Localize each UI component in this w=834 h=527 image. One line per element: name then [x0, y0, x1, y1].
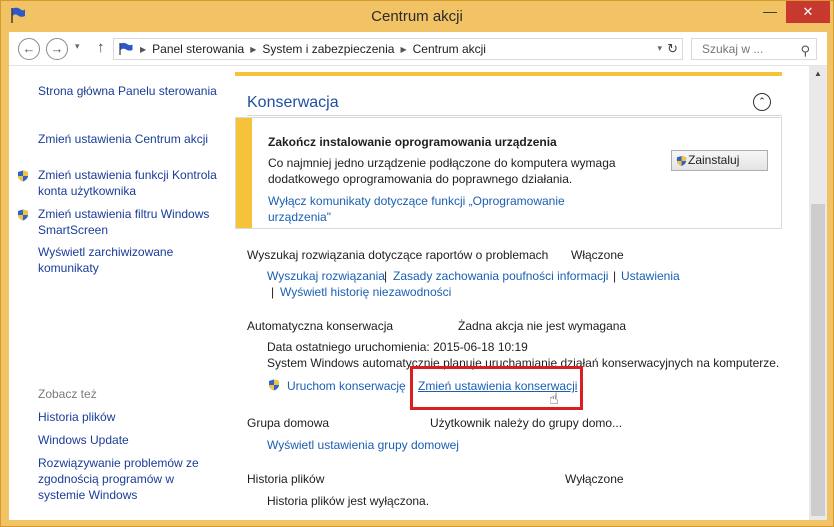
- file-history-text: Historia plików jest wyłączona.: [267, 494, 430, 508]
- homegroup-status: Użytkownik należy do grupy domo...: [430, 416, 623, 430]
- back-button[interactable]: ←: [18, 38, 40, 60]
- chevron-right-icon: ▶: [140, 44, 147, 54]
- sidebar-link-smartscreen-settings[interactable]: Zmień ustawienia filtru Windows SmartScr…: [38, 206, 218, 238]
- window-title: Centrum akcji: [371, 8, 463, 25]
- auto-maintenance-label: Automatyczna konserwacja: [247, 319, 394, 333]
- hand-cursor-icon: ☝: [549, 391, 559, 408]
- file-history-status: Wyłączone: [565, 472, 624, 486]
- main-content: Konserwacja ⌃ Zakończ instalowanie oprog…: [221, 66, 809, 520]
- homegroup-label: Grupa domowa: [247, 416, 330, 430]
- uac-shield-icon: [18, 209, 28, 221]
- link-separator: |: [384, 269, 388, 283]
- check-for-solutions-link[interactable]: Wyszukaj rozwiązania: [267, 269, 385, 283]
- close-button[interactable]: ✕: [786, 1, 830, 23]
- sidebar-link-archived-messages[interactable]: Wyświetl zarchiwizowane komunikaty: [38, 244, 218, 276]
- breadcrumb-item-system-security[interactable]: System i zabezpieczenia: [262, 42, 394, 56]
- chevron-right-icon: ▶: [250, 44, 257, 54]
- refresh-icon[interactable]: ↻: [667, 41, 678, 57]
- breadcrumb-item-action-center[interactable]: Centrum akcji: [413, 42, 486, 56]
- file-history-label: Historia plików: [247, 472, 325, 486]
- disable-device-software-messages-link[interactable]: Wyłącz komunikaty dotyczące funkcji „Opr…: [268, 193, 608, 225]
- privacy-policy-link[interactable]: Zasady zachowania poufności informacji: [393, 269, 608, 283]
- link-separator: |: [271, 285, 275, 299]
- reports-settings-link[interactable]: Ustawienia: [621, 269, 680, 283]
- minimize-button[interactable]: —: [757, 1, 783, 23]
- search-icon[interactable]: ⚲: [800, 41, 810, 61]
- problem-reports-label: Wyszukaj rozwiązania dotyczące raportów …: [247, 248, 549, 262]
- forward-button[interactable]: →: [46, 38, 68, 60]
- reliability-history-link[interactable]: Wyświetl historię niezawodności: [280, 285, 451, 299]
- see-also-heading: Zobacz też: [38, 387, 97, 401]
- address-bar-row: ← → ▾ ↑ ▶ Panel sterowania ▶ System i za…: [9, 32, 827, 66]
- breadcrumb-item-control-panel[interactable]: Panel sterowania: [152, 42, 244, 56]
- see-also-link-file-history[interactable]: Historia plików: [38, 409, 218, 425]
- see-also-link-compatibility-troubleshooter[interactable]: Rozwiązywanie problemów ze zgodnością pr…: [38, 455, 213, 503]
- scrollbar-thumb[interactable]: [811, 204, 825, 516]
- alert-title: Zakończ instalowanie oprogramowania urzą…: [268, 135, 557, 149]
- sidebar: Strona główna Panelu sterowania Zmień us…: [9, 66, 221, 520]
- last-run-date: Data ostatniego uruchomienia: 2015-06-18…: [267, 340, 528, 354]
- install-button-label: Zainstaluj: [688, 153, 740, 167]
- chevron-right-icon: ▶: [400, 44, 407, 54]
- see-also-link-windows-update[interactable]: Windows Update: [38, 432, 218, 448]
- up-button[interactable]: ↑: [97, 39, 105, 56]
- device-software-alert: Zakończ instalowanie oprogramowania urzą…: [235, 117, 782, 229]
- uac-shield-icon: [676, 155, 687, 167]
- vertical-scrollbar[interactable]: ▲: [809, 66, 827, 520]
- maintenance-description: System Windows automatycznie planuje uru…: [267, 356, 780, 370]
- window: Centrum akcji — ✕ ← → ▾ ↑ ▶ Panel sterow…: [0, 0, 834, 527]
- section-title-maintenance[interactable]: Konserwacja: [247, 94, 339, 112]
- alert-severity-bar: [236, 118, 252, 228]
- scroll-up-arrow-icon[interactable]: ▲: [809, 69, 827, 78]
- view-homegroup-settings-link[interactable]: Wyświetl ustawienia grupy domowej: [267, 438, 459, 452]
- search-input[interactable]: Szukaj w ... ⚲: [691, 38, 817, 60]
- search-placeholder: Szukaj w ...: [702, 42, 764, 56]
- uac-shield-icon: [18, 170, 28, 182]
- install-button[interactable]: Zainstaluj: [671, 150, 768, 171]
- start-maintenance-link[interactable]: Uruchom konserwację: [287, 379, 406, 393]
- alert-description: Co najmniej jedno urządzenie podłączone …: [268, 156, 616, 186]
- sidebar-link-action-center-settings[interactable]: Zmień ustawienia Centrum akcji: [38, 131, 218, 147]
- action-center-flag-icon: [119, 42, 133, 55]
- previous-section-accent: [235, 72, 782, 76]
- problem-reports-status: Włączone: [571, 248, 624, 262]
- recent-locations-chevron-icon[interactable]: ▾: [75, 41, 80, 52]
- section-divider: [247, 115, 782, 116]
- chevron-down-icon[interactable]: ▾: [657, 43, 662, 54]
- auto-maintenance-status: Żadna akcja nie jest wymagana: [458, 319, 627, 333]
- link-separator: |: [613, 269, 617, 283]
- collapse-section-button[interactable]: ⌃: [753, 93, 771, 111]
- breadcrumb[interactable]: ▶ Panel sterowania ▶ System i zabezpiecz…: [113, 38, 683, 60]
- title-bar: Centrum akcji — ✕: [1, 1, 833, 31]
- sidebar-link-uac-settings[interactable]: Zmień ustawienia funkcji Kontrola konta …: [38, 167, 218, 199]
- sidebar-link-control-panel-home[interactable]: Strona główna Panelu sterowania: [38, 83, 218, 99]
- uac-shield-icon: [269, 379, 279, 391]
